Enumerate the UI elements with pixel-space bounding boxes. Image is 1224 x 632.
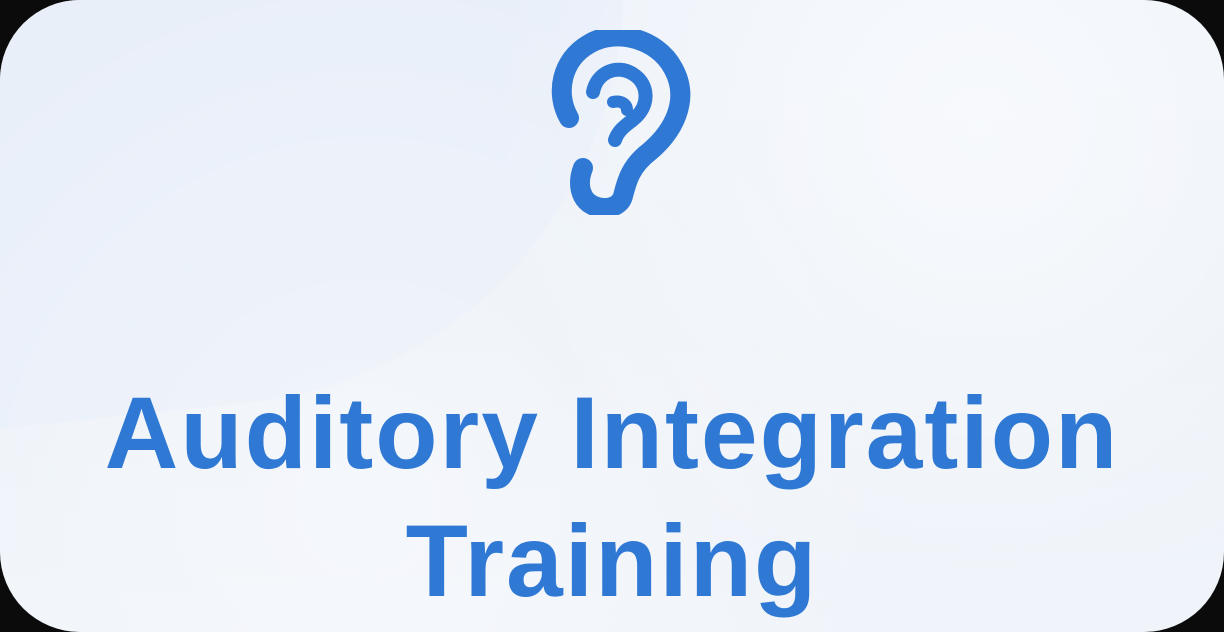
page-title: Auditory Integration Training xyxy=(0,382,1224,612)
title-line-2: Training xyxy=(405,504,819,618)
auditory-integration-training-card: Auditory Integration Training xyxy=(0,0,1224,632)
title-line-1: Auditory Integration xyxy=(104,376,1120,490)
ear-icon xyxy=(551,30,691,215)
